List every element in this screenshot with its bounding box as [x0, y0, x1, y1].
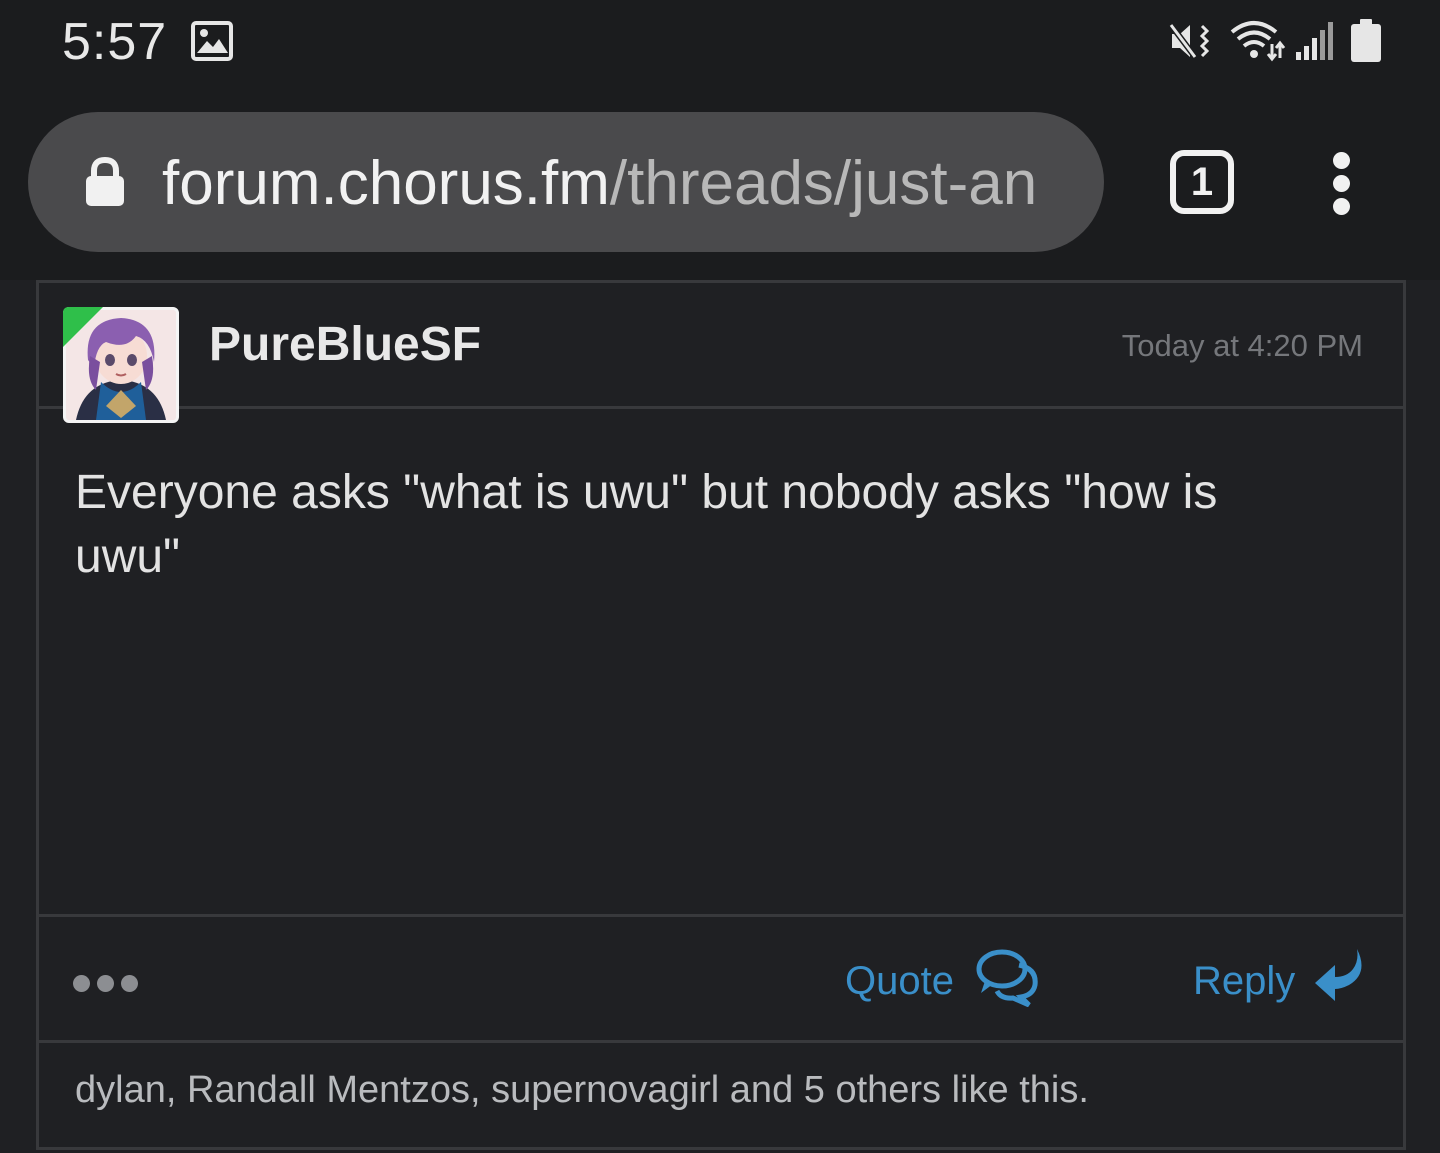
- status-bar: 5:57: [0, 0, 1440, 82]
- quote-label: Quote: [845, 959, 954, 1003]
- quote-bubbles-icon: [976, 949, 1038, 1007]
- post-text: Everyone asks "what is uwu" but nobody a…: [75, 466, 1218, 583]
- post-body: Everyone asks "what is uwu" but nobody a…: [39, 409, 1403, 917]
- likes-bar: dylan, Randall Mentzos, supernovagirl an…: [39, 1043, 1403, 1153]
- reply-label: Reply: [1193, 959, 1296, 1003]
- reply-arrow-icon: [1315, 949, 1362, 1001]
- more-options-icon[interactable]: [73, 973, 143, 995]
- battery-icon: [1351, 19, 1381, 62]
- url-text[interactable]: forum.chorus.fm/threads/just-an: [162, 150, 1037, 218]
- post-header: PureBlueSF Today at 4:20 PM: [39, 283, 1403, 423]
- url-host: forum.chorus.fm: [162, 149, 610, 218]
- tabs-icon[interactable]: 1: [1170, 150, 1234, 214]
- menu-icon[interactable]: [1320, 148, 1364, 218]
- mute-vibrate-icon: [1168, 23, 1210, 59]
- status-time: 5:57: [62, 13, 168, 71]
- gallery-icon: [191, 21, 233, 61]
- post-timestamp[interactable]: Today at 4:20 PM: [1122, 327, 1363, 365]
- forum-post: PureBlueSF Today at 4:20 PM Everyone ask…: [36, 280, 1406, 1150]
- wifi-icon: [1230, 21, 1286, 62]
- post-username[interactable]: PureBlueSF: [209, 317, 481, 373]
- signal-icon: [1296, 22, 1333, 60]
- url-path: /threads/just-an: [609, 149, 1038, 218]
- likes-summary[interactable]: dylan, Randall Mentzos, supernovagirl an…: [75, 1067, 1089, 1113]
- post-actions: Quote Reply: [39, 917, 1403, 1043]
- lock-icon: [86, 156, 124, 206]
- online-status-icon: [63, 307, 103, 347]
